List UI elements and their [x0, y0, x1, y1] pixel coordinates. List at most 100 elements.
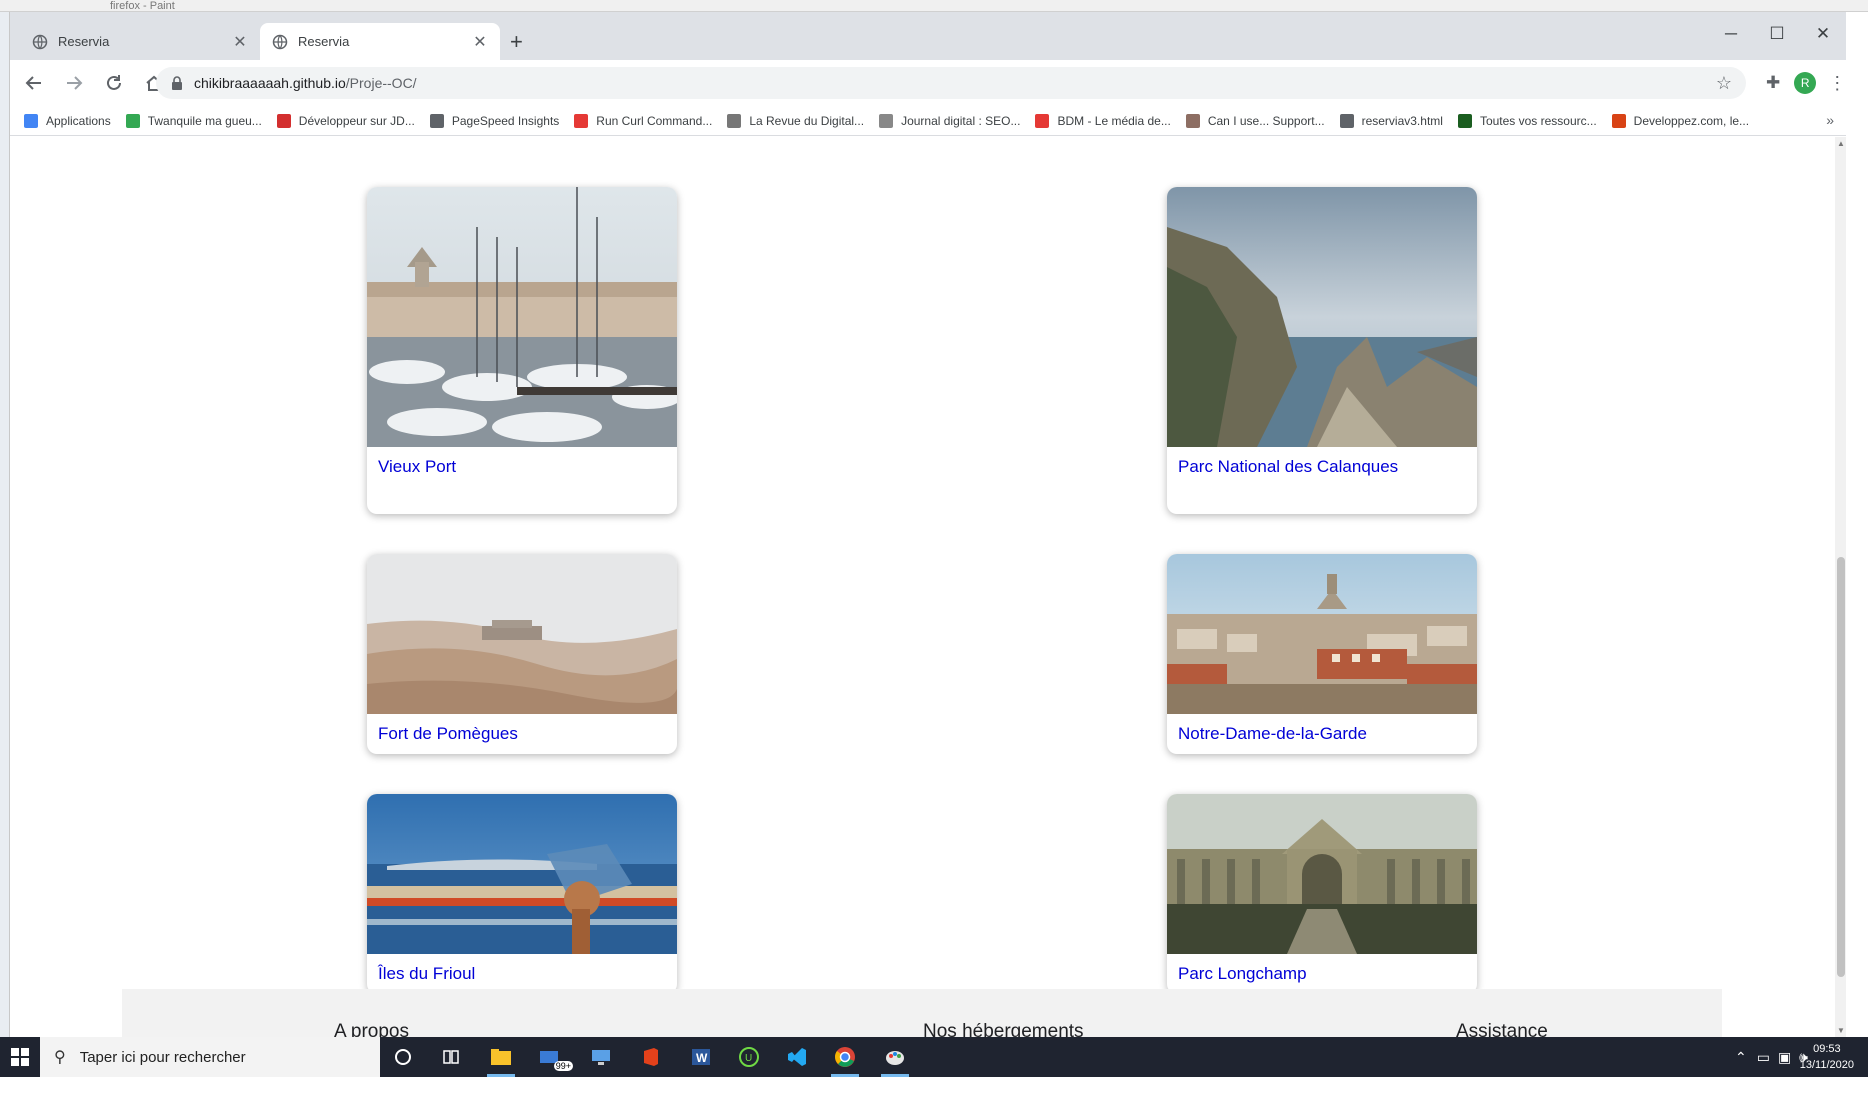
- bookmark-item[interactable]: Developpez.com, le...: [1611, 113, 1750, 128]
- maximize-button[interactable]: ☐: [1754, 24, 1800, 44]
- mail-icon[interactable]: 99+: [533, 1041, 573, 1073]
- paint-title-strip: firefox - Paint: [0, 0, 1868, 12]
- bookmark-star-icon[interactable]: ☆: [1716, 73, 1732, 94]
- card-title[interactable]: Vieux Port: [378, 457, 456, 477]
- profile-avatar[interactable]: R: [1794, 72, 1817, 94]
- port-boats-image: [367, 187, 677, 447]
- card-vieux-port[interactable]: Vieux Port: [367, 187, 677, 514]
- lock-icon: [172, 76, 182, 90]
- battery-icon[interactable]: ▭: [1757, 1049, 1770, 1066]
- cliffs-sea-image: [1167, 187, 1477, 447]
- globe-icon: [272, 34, 288, 49]
- bookmark-item[interactable]: BDM - Le média de...: [1035, 113, 1171, 128]
- scroll-down-icon[interactable]: ▼: [1837, 1026, 1845, 1035]
- close-tab-icon[interactable]: ✕: [232, 32, 248, 52]
- remote-desktop-icon[interactable]: [583, 1041, 619, 1073]
- city-basilica-image: [1167, 554, 1477, 714]
- tab-reservia-2[interactable]: Reservia ✕: [260, 23, 500, 60]
- file-explorer-icon[interactable]: [483, 1041, 519, 1077]
- search-placeholder: Taper ici pour rechercher: [79, 1048, 246, 1066]
- footer-accommodations[interactable]: Nos hébergements: [923, 1021, 1084, 1037]
- menu-kebab-icon[interactable]: ⋮: [1828, 73, 1846, 94]
- card-fort-pomegues[interactable]: Fort de Pomègues: [367, 554, 677, 754]
- card-calanques[interactable]: Parc National des Calanques: [1167, 187, 1477, 514]
- windows-taskbar: ⚲ Taper ici pour rechercher 99+ W U ⌃ ▭ …: [0, 1037, 1868, 1077]
- bookmark-item[interactable]: Can I use... Support...: [1185, 113, 1325, 128]
- card-title[interactable]: Notre-Dame-de-la-Garde: [1178, 724, 1367, 744]
- office-icon[interactable]: [633, 1041, 669, 1073]
- bookmark-label: Developpez.com, le...: [1633, 113, 1750, 128]
- paint-icon[interactable]: [877, 1041, 913, 1077]
- card-title[interactable]: Îles du Frioul: [378, 964, 475, 984]
- globe-icon: [879, 113, 894, 128]
- code-icon: [429, 113, 444, 128]
- clock-time: 09:53: [1813, 1043, 1841, 1055]
- card-title[interactable]: Parc Longchamp: [1178, 964, 1307, 984]
- bookmark-label: Run Curl Command...: [596, 113, 713, 128]
- taskbar-search-box[interactable]: ⚲ Taper ici pour rechercher: [40, 1037, 380, 1077]
- bookmark-item[interactable]: Toutes vos ressourc...: [1457, 113, 1597, 128]
- bookmark-item[interactable]: Journal digital : SEO...: [879, 113, 1021, 128]
- clock-date: 13/11/2020: [1799, 1059, 1854, 1071]
- card-title[interactable]: Fort de Pomègues: [378, 724, 518, 744]
- minimize-button[interactable]: ─: [1708, 24, 1754, 44]
- task-view-icon[interactable]: [433, 1041, 469, 1073]
- bookmark-label: PageSpeed Insights: [451, 113, 560, 128]
- back-icon[interactable]: [18, 67, 50, 99]
- chrome-icon[interactable]: [827, 1041, 863, 1077]
- taskbar-clock[interactable]: 09:53 13/11/2020: [1800, 1041, 1854, 1073]
- scroll-thumb[interactable]: [1837, 557, 1845, 977]
- close-tab-icon[interactable]: ✕: [472, 32, 488, 52]
- close-window-button[interactable]: ✕: [1800, 24, 1846, 44]
- bookmark-label: Développeur sur JD...: [298, 113, 415, 128]
- paint-title: firefox - Paint: [110, 0, 175, 12]
- word-icon[interactable]: W: [683, 1041, 719, 1073]
- new-tab-button[interactable]: +: [510, 31, 523, 53]
- cortana-icon[interactable]: [385, 1041, 421, 1073]
- url-path: /Proje--OC/: [345, 75, 417, 91]
- paint-window-edge: [0, 12, 10, 1037]
- network-icon[interactable]: ▣: [1778, 1049, 1791, 1066]
- footer-assistance[interactable]: Assistance: [1456, 1021, 1548, 1037]
- bookmark-label: Can I use... Support...: [1207, 113, 1325, 128]
- bookmark-label: Journal digital : SEO...: [901, 113, 1021, 128]
- bookmark-item[interactable]: Twanquile ma gueu...: [125, 113, 262, 128]
- leaf-icon: [1457, 113, 1472, 128]
- page-scrollbar[interactable]: ▲ ▼: [1835, 137, 1846, 1037]
- card-parc-longchamp[interactable]: Parc Longchamp: [1167, 794, 1477, 994]
- bookmarks-overflow-icon[interactable]: »: [1826, 112, 1834, 128]
- bookmark-item[interactable]: reserviav3.html: [1339, 113, 1443, 128]
- bookmark-label: BDM - Le média de...: [1057, 113, 1171, 128]
- tab-bar: Reservia ✕ Reservia ✕ + ─ ☐ ✕: [10, 12, 1846, 60]
- revue-icon: [727, 113, 742, 128]
- card-iles-frioul[interactable]: Îles du Frioul: [367, 794, 677, 994]
- bookmark-item[interactable]: Développeur sur JD...: [276, 113, 415, 128]
- card-title[interactable]: Parc National des Calanques: [1178, 457, 1398, 477]
- svg-text:W: W: [696, 1051, 708, 1065]
- caniuse-icon: [1185, 113, 1200, 128]
- windows-start-icon[interactable]: [0, 1037, 40, 1077]
- bookmarks-bar: Applications Twanquile ma gueu... Développ…: [10, 106, 1846, 136]
- scroll-up-icon[interactable]: ▲: [1837, 139, 1845, 148]
- svg-text:U: U: [745, 1053, 752, 1064]
- bookmark-item[interactable]: Run Curl Command...: [574, 113, 713, 128]
- bookmark-item[interactable]: Applications: [24, 113, 111, 128]
- navigation-toolbar: chikibraaaaaah.github.io/Proje--OC/ ☆ ✚ …: [10, 60, 1846, 106]
- address-bar[interactable]: chikibraaaaaah.github.io/Proje--OC/ ☆: [156, 67, 1746, 99]
- bookmark-item[interactable]: PageSpeed Insights: [429, 113, 560, 128]
- vscode-icon[interactable]: [779, 1041, 815, 1073]
- reload-icon[interactable]: [98, 67, 130, 99]
- mail-badge: 99+: [553, 1061, 573, 1071]
- curl-icon: [574, 113, 589, 128]
- card-notre-dame[interactable]: Notre-Dame-de-la-Garde: [1167, 554, 1477, 754]
- chevron-up-icon[interactable]: ⌃: [1735, 1049, 1747, 1066]
- page-viewport: Vieux Port Parc National des Calanques F…: [10, 137, 1835, 1037]
- forward-icon[interactable]: [58, 67, 90, 99]
- bookmark-item[interactable]: La Revue du Digital...: [727, 113, 864, 128]
- upwork-icon[interactable]: U: [731, 1041, 767, 1073]
- bookmark-label: Twanquile ma gueu...: [147, 113, 262, 128]
- tab-reservia-1[interactable]: Reservia ✕: [20, 23, 260, 60]
- footer-about[interactable]: A propos: [334, 1021, 409, 1037]
- rocky-fort-image: [367, 554, 677, 714]
- extensions-puzzle-icon[interactable]: ✚: [1766, 73, 1780, 93]
